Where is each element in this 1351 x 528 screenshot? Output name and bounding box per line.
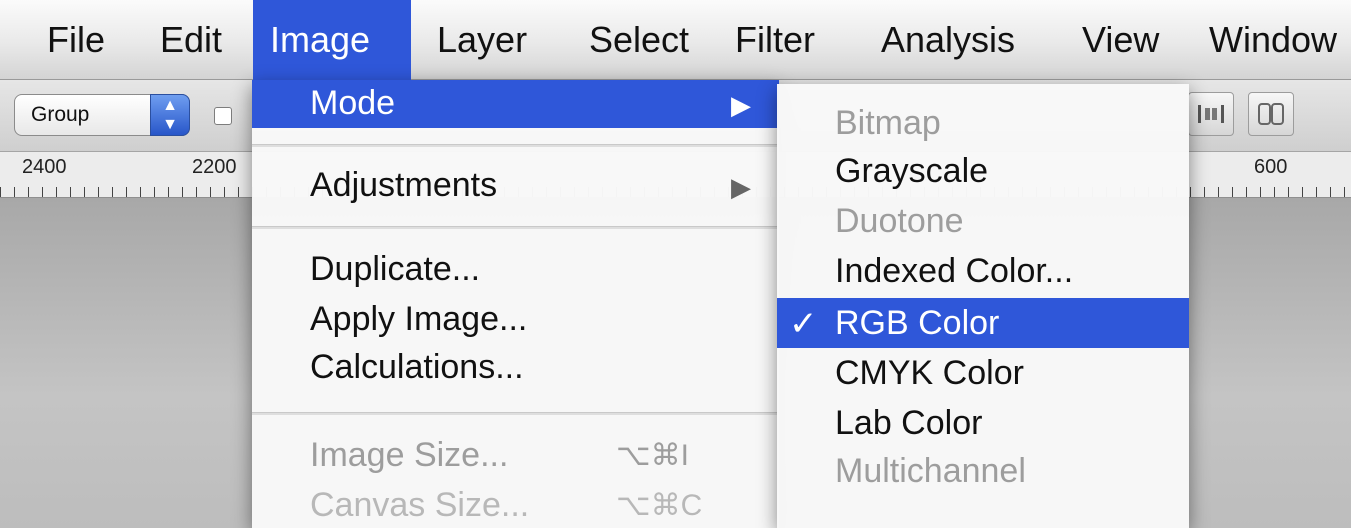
menu-item-duplicate[interactable]: Duplicate... (252, 248, 779, 296)
mode-submenu: Bitmap Grayscale Duotone Indexed Color..… (777, 84, 1189, 528)
image-menu: Mode ▶ Adjustments ▶ Duplicate... Apply … (252, 80, 779, 528)
menu-filter[interactable]: Filter (718, 0, 832, 80)
mode-item-lab-color[interactable]: Lab Color (777, 400, 1189, 448)
menu-item-canvas-size-shortcut: ⌥⌘C (616, 489, 703, 522)
menu-item-canvas-size[interactable]: Canvas Size... ⌥⌘C (252, 484, 779, 528)
show-transform-checkbox[interactable] (214, 107, 232, 125)
mode-item-cmyk-color[interactable]: CMYK Color (777, 350, 1189, 398)
menu-layer[interactable]: Layer (420, 0, 544, 80)
mode-item-bitmap-label: Bitmap (835, 104, 941, 142)
mode-item-lab-color-label: Lab Color (835, 404, 983, 442)
menu-item-apply-image-label: Apply Image... (310, 300, 528, 338)
auto-align-layers-icon[interactable] (1248, 92, 1294, 136)
mode-item-indexed-color-label: Indexed Color... (835, 252, 1074, 290)
menu-item-adjustments-label: Adjustments (310, 166, 498, 204)
mode-item-grayscale[interactable]: Grayscale (777, 148, 1189, 196)
menu-item-canvas-size-label: Canvas Size... (310, 486, 530, 524)
menu-item-mode-label: Mode (310, 84, 396, 122)
auto-select-dropdown[interactable]: Group ▲ ▼ (14, 94, 190, 136)
menu-item-image-size[interactable]: Image Size... ⌥⌘I (252, 432, 779, 480)
mode-item-rgb-color[interactable]: ✓ RGB Color (777, 298, 1189, 348)
menu-separator (252, 144, 779, 147)
menu-separator (252, 412, 779, 415)
mode-item-multichannel-label: Multichannel (835, 452, 1026, 490)
distribute-horizontal-centers-icon[interactable] (1188, 92, 1234, 136)
menu-item-calculations-label: Calculations... (310, 348, 524, 386)
mode-item-cmyk-color-label: CMYK Color (835, 354, 1024, 392)
auto-select-value: Group (31, 103, 90, 126)
menu-item-image-size-label: Image Size... (310, 436, 509, 474)
menu-edit[interactable]: Edit (143, 0, 239, 80)
up-down-arrows-icon[interactable]: ▲ ▼ (150, 94, 190, 136)
submenu-arrow-icon: ▶ (731, 90, 751, 120)
menu-item-image-size-shortcut: ⌥⌘I (616, 439, 689, 472)
mode-item-duotone[interactable]: Duotone (777, 198, 1189, 246)
menu-item-duplicate-label: Duplicate... (310, 250, 481, 288)
menu-analysis[interactable]: Analysis (864, 0, 1032, 80)
mode-item-rgb-color-label: RGB Color (835, 304, 1000, 342)
menu-item-adjustments[interactable]: Adjustments ▶ (252, 162, 779, 212)
mode-item-bitmap[interactable]: Bitmap (777, 98, 1189, 146)
menu-bar: File Edit Image Layer Select Filter Anal… (0, 0, 1351, 80)
menu-separator (252, 226, 779, 229)
menu-view[interactable]: View (1065, 0, 1176, 80)
mode-item-multichannel[interactable]: Multichannel (777, 448, 1189, 496)
menu-window[interactable]: Window (1192, 0, 1351, 80)
mode-item-grayscale-label: Grayscale (835, 152, 989, 190)
checkmark-icon: ✓ (789, 305, 818, 343)
menu-image[interactable]: Image (253, 0, 411, 80)
menu-item-mode[interactable]: Mode ▶ (252, 80, 779, 128)
mode-item-indexed-color[interactable]: Indexed Color... (777, 248, 1189, 296)
submenu-arrow-icon: ▶ (731, 172, 751, 202)
menu-item-calculations[interactable]: Calculations... (252, 346, 779, 394)
menu-file[interactable]: File (30, 0, 122, 80)
menu-select[interactable]: Select (572, 0, 706, 80)
menu-item-apply-image[interactable]: Apply Image... (252, 298, 779, 346)
mode-item-duotone-label: Duotone (835, 202, 964, 240)
